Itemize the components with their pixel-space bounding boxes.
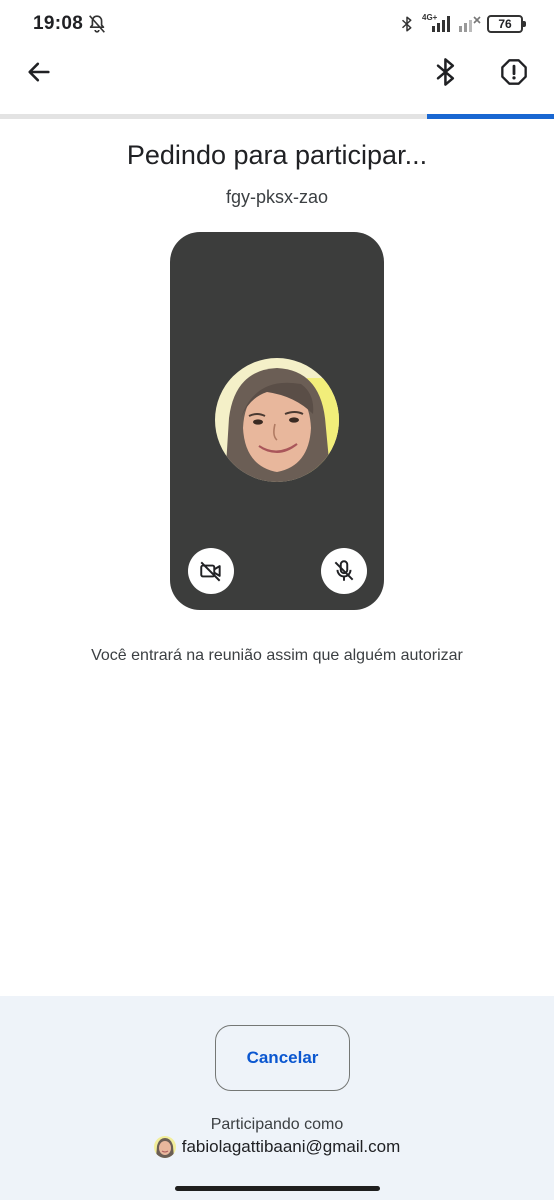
arrow-back-icon [28,62,50,82]
bluetooth-icon [436,58,455,86]
cancel-button[interactable]: Cancelar [215,1025,350,1091]
waiting-message: Você entrará na reunião assim que alguém… [91,647,463,664]
report-button[interactable] [490,48,538,96]
battery-icon: 76 [487,15,526,33]
home-indicator[interactable] [175,1186,380,1191]
self-preview-tile [170,232,384,610]
progress-bar [0,114,554,119]
bottom-panel: Cancelar Participando como fabiolagattib… [0,996,554,1200]
app-bar [0,48,554,116]
signal-icon [432,16,450,32]
account-email: fabiolagattibaani@gmail.com [181,1137,401,1156]
status-time: 19:08 [33,13,84,34]
signal-no-service-icon [459,16,481,32]
back-button[interactable] [15,48,63,96]
participating-as-label: Participando como [210,1116,344,1133]
mic-off-icon [334,560,354,581]
microphone-toggle-button[interactable] [321,548,367,594]
account-row: fabiolagattibaani@gmail.com [0,1136,554,1158]
avatar [215,358,339,482]
page-title: Pedindo para participar... [126,140,428,170]
bluetooth-icon [401,16,412,32]
report-octagon-icon [501,59,527,85]
camera-toggle-button[interactable] [188,548,234,594]
audio-device-button[interactable] [422,48,470,96]
meeting-code: fgy-pksx-zao [225,187,329,207]
videocam-off-icon [200,561,221,582]
account-avatar [153,1136,176,1158]
progress-indicator [426,114,554,119]
status-bar: 19:08 4G+ 76 [0,0,554,48]
battery-level: 76 [498,17,512,31]
bell-off-icon [89,15,105,33]
